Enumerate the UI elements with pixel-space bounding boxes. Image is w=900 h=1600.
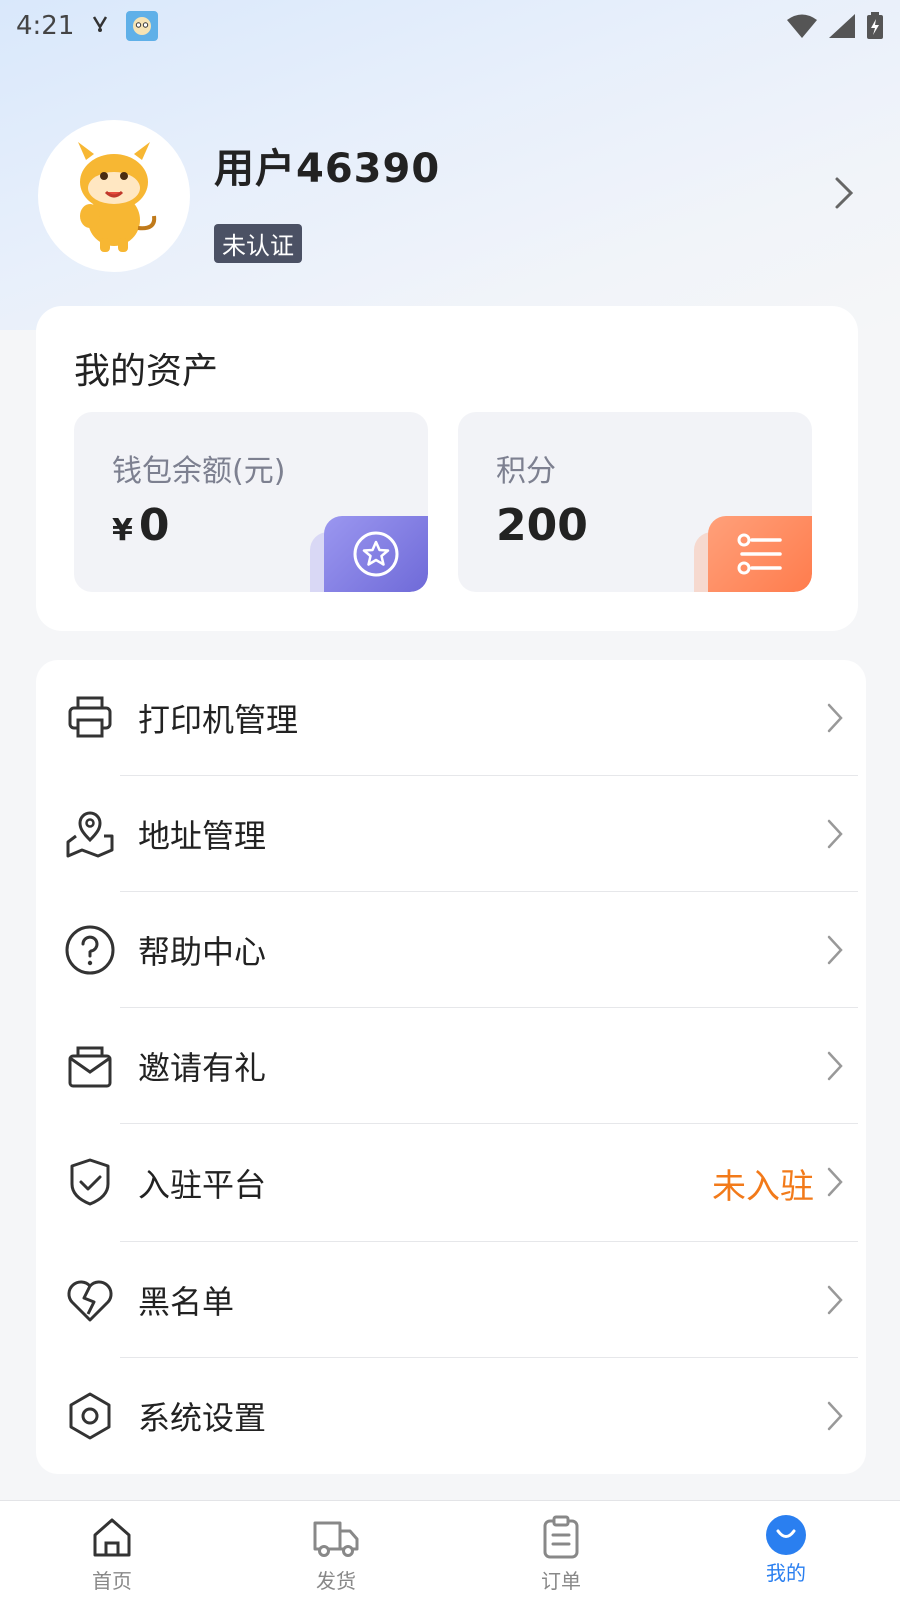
app-notification-icon [126, 11, 159, 41]
wallet-value: ¥0 [112, 500, 170, 551]
settings-hexagon-icon [64, 1390, 116, 1442]
status-bar: 4:21 [0, 0, 900, 52]
wallet-balance-card[interactable]: 钱包余额(元) ¥0 [74, 412, 428, 592]
menu-item-label: 系统设置 [138, 1399, 267, 1437]
profile-chevron-right-icon[interactable] [834, 176, 854, 214]
menu-item-address[interactable]: 地址管理 [36, 776, 866, 892]
nav-item-orders[interactable]: 订单 [511, 1515, 611, 1594]
points-label: 积分 [496, 454, 556, 489]
username: 用户46390 [214, 146, 441, 192]
assets-title: 我的资产 [74, 351, 219, 392]
question-icon [64, 924, 116, 976]
profile-icon [766, 1515, 806, 1555]
menu-item-label: 地址管理 [138, 817, 267, 855]
battery-icon [867, 12, 883, 39]
chevron-right-icon [826, 1166, 844, 1202]
notification-v-icon [92, 13, 108, 39]
wallet-star-icon [324, 516, 428, 592]
points-card[interactable]: 积分 200 [458, 412, 812, 592]
signal-icon [829, 14, 855, 38]
status-right-icons [786, 12, 884, 40]
truck-icon [313, 1521, 359, 1557]
menu-item-invite[interactable]: 邀请有礼 [36, 1008, 866, 1124]
menu-item-printer[interactable]: 打印机管理 [36, 660, 866, 776]
map-pin-icon [64, 808, 116, 860]
nav-label: 发货 [316, 1569, 356, 1593]
cow-mascot-icon [78, 142, 157, 252]
menu-item-label: 邀请有礼 [138, 1049, 267, 1087]
shield-check-icon [64, 1156, 116, 1208]
points-value: 200 [496, 500, 588, 551]
avatar[interactable] [38, 120, 190, 272]
wallet-amount: 0 [138, 500, 170, 551]
nav-item-ship[interactable]: 发货 [286, 1515, 386, 1594]
menu-item-label: 黑名单 [138, 1283, 235, 1321]
wifi-icon [787, 14, 817, 38]
broken-heart-icon [64, 1274, 116, 1326]
nav-label: 我的 [766, 1561, 806, 1585]
nav-label: 订单 [541, 1569, 581, 1593]
menu-item-label: 入驻平台 [138, 1166, 267, 1204]
chevron-right-icon [826, 1284, 844, 1320]
verification-badge: 未认证 [214, 224, 302, 263]
wallet-label: 钱包余额(元) [112, 454, 286, 489]
points-list-icon [708, 516, 812, 592]
nav-item-profile[interactable]: 我的 [736, 1515, 836, 1586]
assets-card: 我的资产 钱包余额(元) ¥0 积分 200 [36, 306, 858, 631]
join-status-text: 未入驻 [712, 1166, 814, 1207]
chevron-right-icon [826, 934, 844, 970]
clipboard-icon [543, 1515, 579, 1559]
menu-card: 打印机管理 地址管理 帮助中心 邀请有礼 入驻平台 未入驻 黑名单 系统设置 [36, 660, 866, 1474]
chevron-right-icon [826, 702, 844, 738]
nav-label: 首页 [92, 1569, 132, 1593]
envelope-icon [64, 1040, 116, 1092]
bottom-nav: 首页 发货 订单 我的 [0, 1500, 900, 1600]
chevron-right-icon [826, 818, 844, 854]
home-icon [93, 1518, 131, 1557]
menu-item-join-platform[interactable]: 入驻平台 未入驻 [36, 1124, 866, 1242]
printer-icon [64, 692, 116, 744]
menu-item-label: 打印机管理 [138, 701, 299, 739]
chevron-right-icon [826, 1400, 844, 1436]
status-time: 4:21 [16, 11, 75, 41]
menu-item-blacklist[interactable]: 黑名单 [36, 1242, 866, 1358]
menu-item-settings[interactable]: 系统设置 [36, 1358, 866, 1474]
menu-item-help[interactable]: 帮助中心 [36, 892, 866, 1008]
nav-item-home[interactable]: 首页 [62, 1515, 162, 1594]
currency-symbol: ¥ [112, 513, 133, 548]
chevron-right-icon [826, 1050, 844, 1086]
menu-item-label: 帮助中心 [138, 933, 267, 971]
